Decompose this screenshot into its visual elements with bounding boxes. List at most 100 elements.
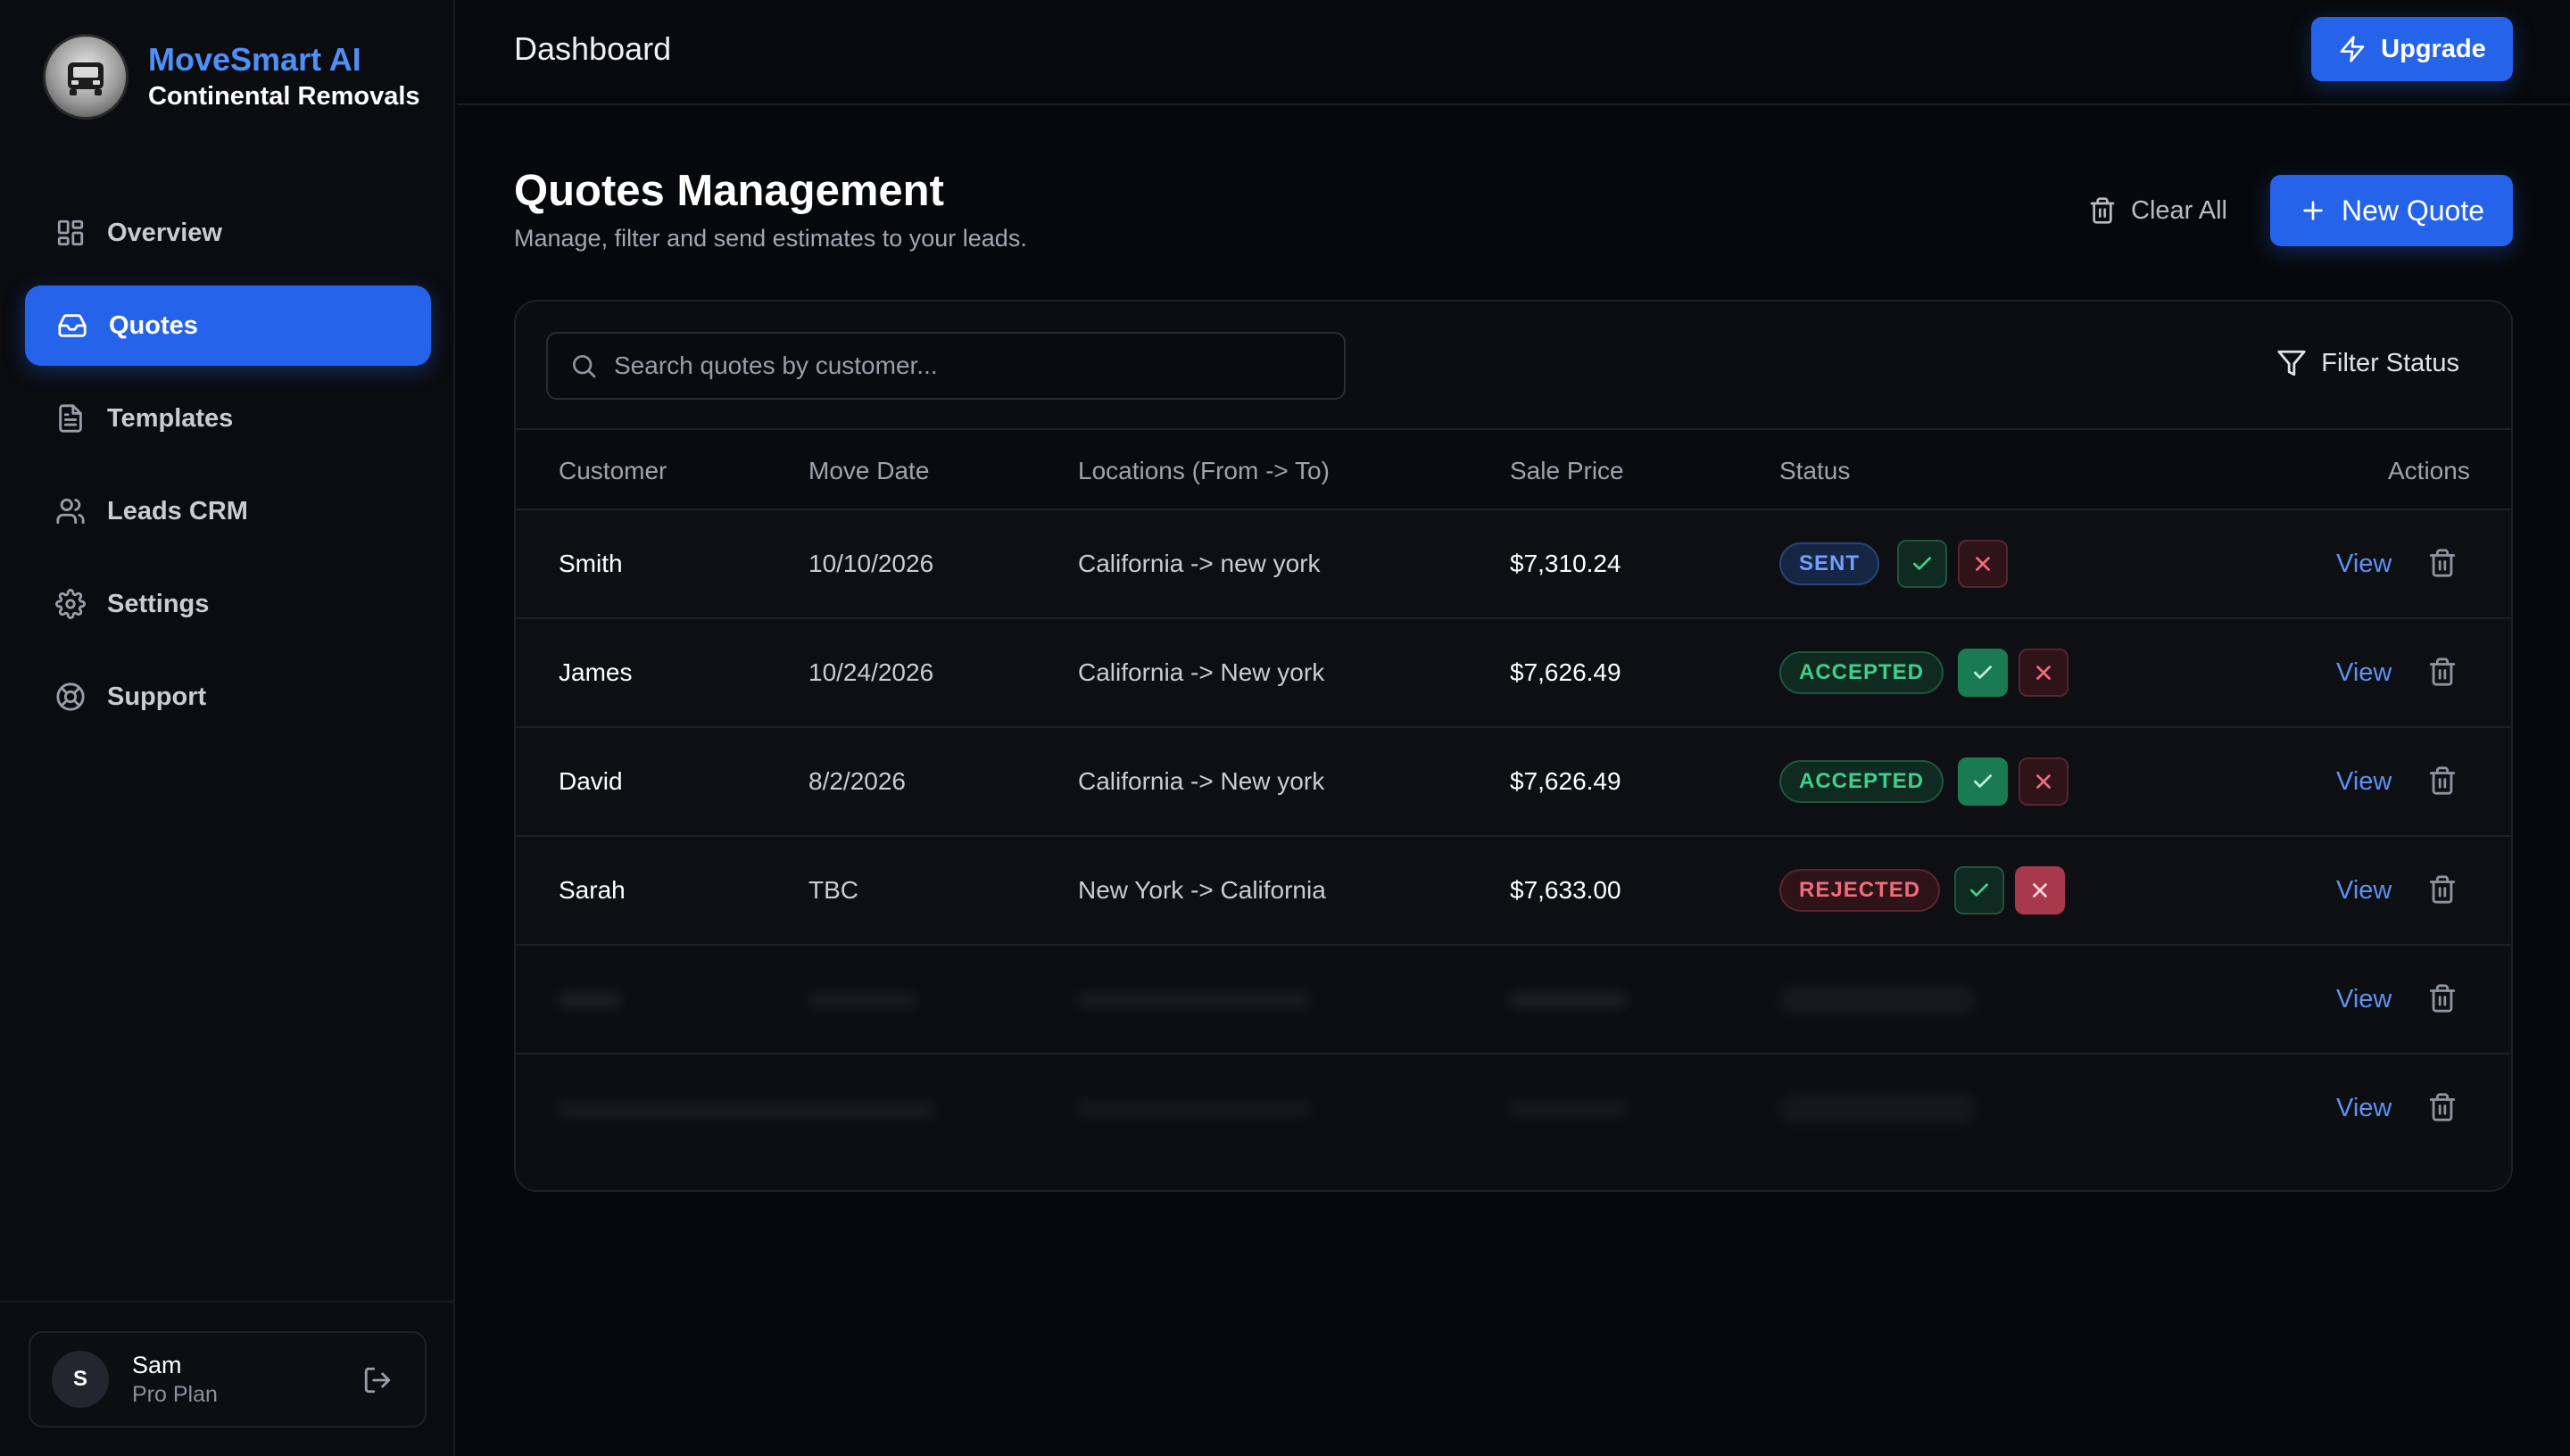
search-icon bbox=[569, 352, 598, 380]
customer-name: Smith bbox=[559, 550, 623, 577]
table-row-loading[interactable]: View bbox=[516, 1053, 2511, 1190]
file-icon bbox=[55, 403, 86, 434]
locations: New York -> California bbox=[1078, 876, 1326, 904]
accept-button[interactable] bbox=[1958, 757, 2008, 806]
customer-name: James bbox=[559, 658, 633, 686]
delete-icon[interactable] bbox=[2427, 548, 2458, 578]
logout-icon[interactable] bbox=[362, 1365, 393, 1395]
company-name: Continental Removals bbox=[148, 82, 420, 111]
quotes-panel: Filter Status Customer Move Date Locatio… bbox=[514, 300, 2513, 1192]
column-header-actions: Actions bbox=[2388, 457, 2470, 484]
filter-status-button[interactable]: Filter Status bbox=[2276, 348, 2459, 378]
sidebar-item-label: Settings bbox=[107, 589, 210, 618]
clear-all-label: Clear All bbox=[2131, 195, 2227, 225]
lightning-icon bbox=[2338, 35, 2367, 63]
reject-button[interactable] bbox=[1958, 540, 2008, 588]
delete-icon[interactable] bbox=[2427, 874, 2458, 905]
truck-logo-icon bbox=[43, 34, 128, 120]
customer-name: David bbox=[559, 767, 623, 795]
sidebar-item-label: Support bbox=[107, 682, 207, 711]
move-date: TBC bbox=[808, 876, 858, 904]
view-link[interactable]: View bbox=[2336, 658, 2392, 688]
check-icon bbox=[1912, 557, 1932, 570]
sidebar-divider bbox=[0, 1301, 455, 1303]
sidebar-item-label: Overview bbox=[107, 218, 222, 247]
reject-button[interactable] bbox=[2019, 757, 2068, 806]
table-row[interactable]: Sarah TBC New York -> California $7,633.… bbox=[516, 835, 2511, 944]
page-subtitle: Manage, filter and send estimates to you… bbox=[514, 225, 1027, 252]
delete-icon[interactable] bbox=[2427, 983, 2458, 1013]
avatar[interactable]: S bbox=[52, 1351, 109, 1408]
user-plan: Pro Plan bbox=[132, 1382, 218, 1407]
column-header-customer[interactable]: Customer bbox=[559, 457, 667, 485]
sidebar-item-quotes[interactable]: Quotes bbox=[25, 285, 431, 366]
sidebar-item-label: Leads CRM bbox=[107, 496, 248, 525]
customer-name: Sarah bbox=[559, 876, 626, 904]
sale-price: $7,626.49 bbox=[1510, 767, 1621, 795]
sale-price: $7,626.49 bbox=[1510, 658, 1621, 686]
topbar-title: Dashboard bbox=[514, 30, 672, 67]
user-card: S Sam Pro Plan bbox=[29, 1331, 427, 1427]
view-link[interactable]: View bbox=[2336, 550, 2392, 579]
users-icon bbox=[55, 496, 86, 526]
reject-button[interactable] bbox=[2019, 649, 2068, 697]
accept-button[interactable] bbox=[1897, 540, 1947, 588]
view-link[interactable]: View bbox=[2336, 767, 2392, 797]
close-icon bbox=[2036, 666, 2051, 680]
sidebar-item-settings[interactable]: Settings bbox=[25, 564, 431, 644]
new-quote-label: New Quote bbox=[2341, 194, 2485, 227]
table-header: Customer Move Date Locations (From -> To… bbox=[516, 428, 2511, 509]
locations: California -> New york bbox=[1078, 658, 1325, 686]
filter-status-label: Filter Status bbox=[2321, 348, 2459, 377]
user-name: Sam bbox=[132, 1352, 182, 1378]
grid-icon bbox=[55, 218, 86, 248]
close-icon bbox=[2033, 883, 2047, 898]
column-header-sale-price[interactable]: Sale Price bbox=[1510, 457, 1624, 485]
new-quote-button[interactable]: New Quote bbox=[2270, 175, 2513, 246]
search-input[interactable] bbox=[614, 352, 1310, 380]
table-row[interactable]: Smith 10/10/2026 California -> new york … bbox=[516, 509, 2511, 617]
delete-icon[interactable] bbox=[2427, 657, 2458, 687]
table-row-loading[interactable]: View bbox=[516, 944, 2511, 1053]
topbar: Dashboard Upgrade bbox=[457, 0, 2570, 105]
status-badge: SENT bbox=[1779, 542, 1880, 585]
upgrade-button[interactable]: Upgrade bbox=[2311, 17, 2513, 81]
move-date: 10/24/2026 bbox=[808, 658, 934, 686]
sidebar: MoveSmart AI Continental Removals Overvi… bbox=[0, 0, 455, 1456]
delete-icon[interactable] bbox=[2427, 1092, 2458, 1122]
search-box[interactable] bbox=[546, 332, 1346, 400]
delete-icon[interactable] bbox=[2427, 765, 2458, 796]
sidebar-item-templates[interactable]: Templates bbox=[25, 378, 431, 459]
status-badge: ACCEPTED bbox=[1779, 760, 1944, 803]
check-icon bbox=[1969, 883, 1989, 897]
check-icon bbox=[1973, 774, 1993, 788]
lifebuoy-icon bbox=[55, 682, 86, 712]
sidebar-item-label: Templates bbox=[107, 403, 234, 433]
table-row[interactable]: James 10/24/2026 California -> New york … bbox=[516, 617, 2511, 726]
sidebar-item-leads-crm[interactable]: Leads CRM bbox=[25, 471, 431, 551]
locations: California -> new york bbox=[1078, 550, 1321, 577]
sidebar-item-overview[interactable]: Overview bbox=[25, 193, 431, 273]
column-header-locations[interactable]: Locations (From -> To) bbox=[1078, 457, 1330, 485]
sale-price: $7,633.00 bbox=[1510, 876, 1621, 904]
view-link[interactable]: View bbox=[2336, 985, 2392, 1014]
upgrade-label: Upgrade bbox=[2381, 34, 2486, 63]
brand[interactable]: MoveSmart AI Continental Removals bbox=[43, 34, 420, 120]
check-icon bbox=[1973, 666, 1993, 679]
accept-button[interactable] bbox=[1954, 866, 2004, 914]
column-header-move-date[interactable]: Move Date bbox=[808, 457, 929, 485]
view-link[interactable]: View bbox=[2336, 1094, 2392, 1123]
sidebar-nav: Overview Quotes Templates Leads CRM Sett… bbox=[25, 193, 431, 749]
sidebar-item-support[interactable]: Support bbox=[25, 657, 431, 737]
filter-icon bbox=[2276, 348, 2307, 378]
column-header-status[interactable]: Status bbox=[1779, 457, 1850, 485]
sidebar-item-label: Quotes bbox=[109, 310, 198, 340]
view-link[interactable]: View bbox=[2336, 876, 2392, 906]
page-title: Quotes Management bbox=[514, 167, 944, 215]
clear-all-button[interactable]: Clear All bbox=[2088, 191, 2227, 230]
sale-price: $7,310.24 bbox=[1510, 550, 1621, 577]
accept-button[interactable] bbox=[1958, 649, 2008, 697]
reject-button[interactable] bbox=[2015, 866, 2065, 914]
table-row[interactable]: David 8/2/2026 California -> New york $7… bbox=[516, 726, 2511, 835]
move-date: 8/2/2026 bbox=[808, 767, 906, 795]
